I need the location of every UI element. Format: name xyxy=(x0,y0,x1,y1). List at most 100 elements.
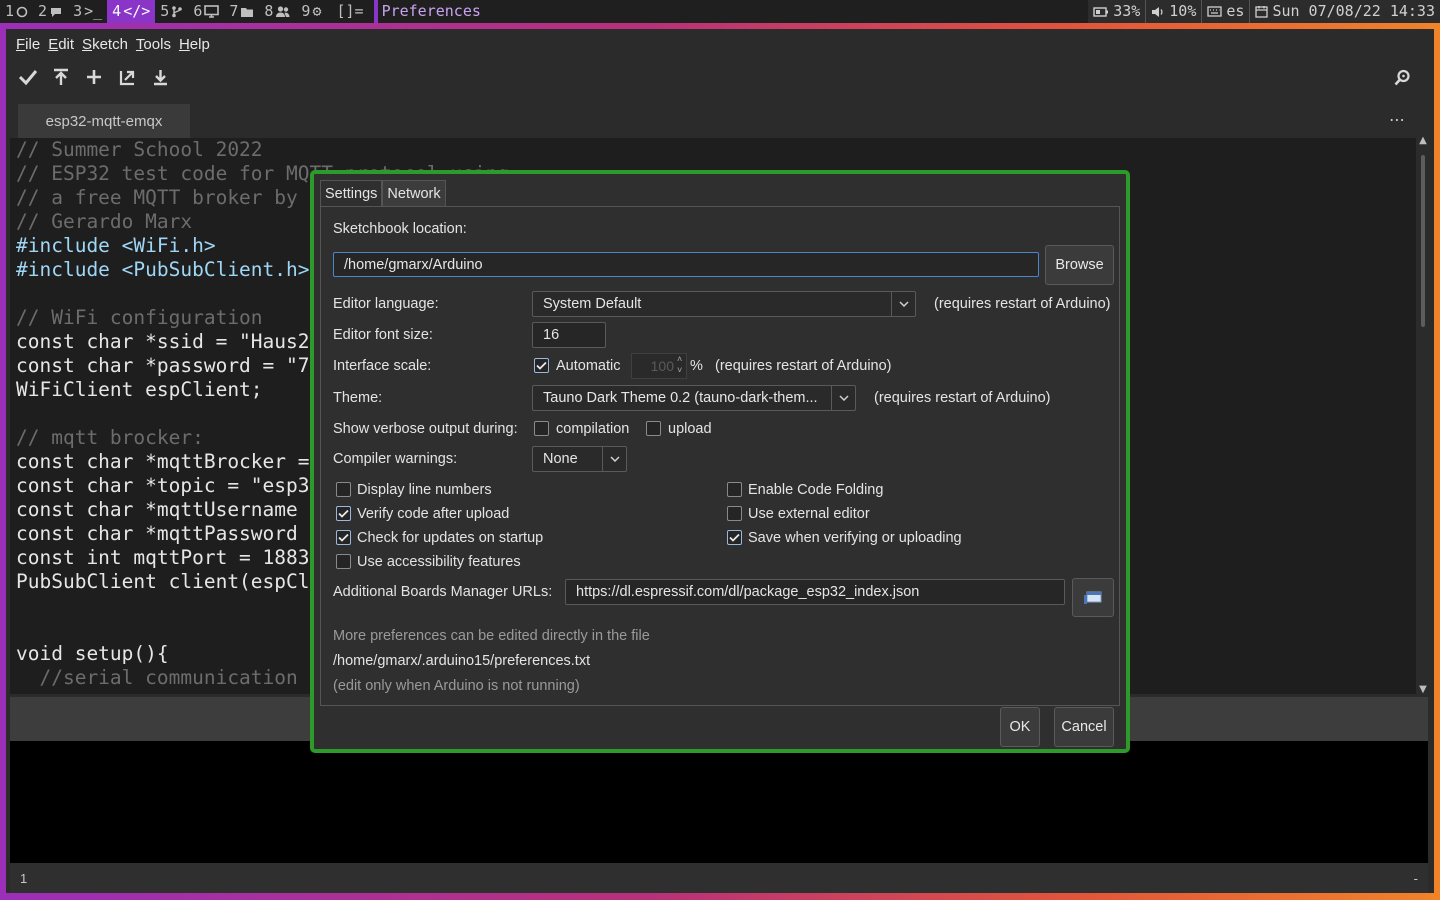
menu-help[interactable]: Help xyxy=(177,36,212,53)
menu-file[interactable]: File xyxy=(14,36,42,53)
workspace-2[interactable]: 2 xyxy=(33,0,68,23)
accessibility-label: Use accessibility features xyxy=(357,554,521,570)
git-branch-icon xyxy=(172,6,183,18)
save-sketch-button[interactable] xyxy=(150,67,170,87)
workspace-8[interactable]: 8 xyxy=(259,0,296,23)
chevron-down-icon xyxy=(602,447,626,471)
workspace-6[interactable]: 6 xyxy=(188,0,224,23)
chevron-down-icon xyxy=(831,386,855,410)
workspace-number: 8 xyxy=(264,2,274,20)
save-on-verify-checkbox[interactable] xyxy=(727,530,742,545)
editor-scrollbar[interactable]: ▲ ▼ xyxy=(1418,135,1428,695)
browse-button[interactable]: Browse xyxy=(1045,245,1114,285)
workspace-5[interactable]: 5 xyxy=(155,0,188,23)
verify-button[interactable] xyxy=(18,67,38,87)
open-icon xyxy=(119,70,134,85)
monitor-icon xyxy=(204,5,220,18)
scroll-down-icon[interactable]: ▼ xyxy=(1418,684,1428,695)
editor-language-label: Editor language: xyxy=(333,296,439,312)
menu-edit[interactable]: Edit xyxy=(46,36,76,53)
menu-sketch[interactable]: Sketch xyxy=(80,36,130,53)
workspace-7[interactable]: 7 xyxy=(224,0,259,23)
code-icon: </> xyxy=(123,2,151,20)
enable-code-folding-label: Enable Code Folding xyxy=(748,482,884,498)
theme-select[interactable]: Tauno Dark Theme 0.2 (tauno-dark-them... xyxy=(532,385,856,411)
tab-menu-icon[interactable]: ⋯ xyxy=(1389,110,1406,129)
check-icon xyxy=(338,533,349,542)
ok-button[interactable]: OK xyxy=(1000,707,1040,747)
display-line-numbers-checkbox[interactable] xyxy=(336,482,351,497)
chevron-down-icon xyxy=(891,292,915,316)
workspace-number: 2 xyxy=(38,2,48,20)
editor-language-select[interactable]: System Default xyxy=(532,291,916,317)
check-icon xyxy=(729,533,740,542)
edit-urls-button[interactable] xyxy=(1072,578,1114,617)
scroll-up-icon[interactable]: ▲ xyxy=(1418,135,1428,146)
verbose-upload-checkbox[interactable] xyxy=(646,421,661,436)
scale-unit: % xyxy=(690,358,703,374)
accessibility-checkbox[interactable] xyxy=(336,554,351,569)
use-external-editor-checkbox[interactable] xyxy=(727,506,742,521)
verbose-output-label: Show verbose output during: xyxy=(333,421,518,437)
serial-monitor-button[interactable] xyxy=(1392,67,1412,87)
clock[interactable]: Sun 07/08/22 14:33 xyxy=(1250,0,1440,23)
tab-esp32-mqtt-emqx[interactable]: esp32-mqtt-emqx xyxy=(18,104,190,138)
workspace-3[interactable]: 3 >_ xyxy=(68,0,107,23)
spinner-arrows-icon[interactable]: ˄ ˅ xyxy=(677,354,682,376)
layout-indicator[interactable]: []= xyxy=(326,0,373,23)
circle-icon xyxy=(16,6,28,17)
automatic-scale-checkbox[interactable] xyxy=(534,358,549,373)
workspace-number: 1 xyxy=(5,2,15,20)
tab-settings[interactable]: Settings xyxy=(320,180,383,206)
window-icon xyxy=(1084,591,1102,604)
bottom-status-bar: 1 - xyxy=(10,863,1428,893)
system-tray: 33% 10% es Sun 07/08/22 14:33 xyxy=(1088,0,1440,23)
enable-code-folding-checkbox[interactable] xyxy=(727,482,742,497)
open-sketch-button[interactable] xyxy=(117,67,137,87)
display-line-numbers-label: Display line numbers xyxy=(357,482,492,498)
workspace-number: 5 xyxy=(160,2,170,20)
preferences-file-path[interactable]: /home/gmarx/.arduino15/preferences.txt xyxy=(333,653,590,669)
workspace-number: 7 xyxy=(229,2,239,20)
new-sketch-button[interactable] xyxy=(84,67,104,87)
workspace-number: 6 xyxy=(193,2,203,20)
verify-after-upload-label: Verify code after upload xyxy=(357,506,510,522)
keyboard-layout-value: es xyxy=(1226,2,1245,20)
keyboard-layout[interactable]: es xyxy=(1202,0,1251,23)
theme-value: Tauno Dark Theme 0.2 (tauno-dark-them... xyxy=(543,390,818,406)
check-icon xyxy=(338,509,349,518)
sketch-tabs: esp32-mqtt-emqx ⋯ xyxy=(6,94,1434,138)
scrollbar-thumb[interactable] xyxy=(1421,155,1425,327)
verbose-compilation-label: compilation xyxy=(556,421,630,437)
workspace-4[interactable]: 4 </> xyxy=(107,0,156,23)
speaker-icon xyxy=(1152,6,1163,17)
cancel-button[interactable]: Cancel xyxy=(1054,707,1114,747)
workspace-9[interactable]: 9 ⚙ xyxy=(296,0,326,23)
font-size-input[interactable]: 16 xyxy=(532,322,606,348)
workspace-number: 4 xyxy=(112,2,122,20)
editor-language-value: System Default xyxy=(543,296,642,312)
verbose-compilation-checkbox[interactable] xyxy=(534,421,549,436)
volume-status[interactable]: 10% xyxy=(1146,0,1203,23)
workspace-1[interactable]: 1 xyxy=(0,0,33,23)
battery-status[interactable]: 33% xyxy=(1088,0,1147,23)
datetime-value: Sun 07/08/22 14:33 xyxy=(1272,2,1435,20)
tab-network[interactable]: Network xyxy=(382,180,446,206)
verify-after-upload-checkbox[interactable] xyxy=(336,506,351,521)
keyboard-icon xyxy=(1207,6,1223,17)
volume-level: 10% xyxy=(1169,2,1197,20)
check-updates-checkbox[interactable] xyxy=(336,530,351,545)
magnifier-icon xyxy=(1394,69,1410,85)
sketchbook-location-input[interactable]: /home/gmarx/Arduino xyxy=(333,252,1039,277)
menu-tools[interactable]: Tools xyxy=(134,36,173,53)
scale-restart-note: (requires restart of Arduino) xyxy=(715,358,892,374)
boards-manager-urls-input[interactable]: https://dl.espressif.com/dl/package_esp3… xyxy=(565,579,1065,605)
upload-button[interactable] xyxy=(51,67,71,87)
battery-level: 33% xyxy=(1113,2,1141,20)
interface-scale-label: Interface scale: xyxy=(333,358,432,374)
menu-bar: File Edit Sketch Tools Help xyxy=(6,29,1434,60)
console-output[interactable] xyxy=(10,741,1428,863)
compiler-warnings-select[interactable]: None xyxy=(532,446,627,472)
theme-restart-note: (requires restart of Arduino) xyxy=(874,390,1051,406)
chat-icon xyxy=(51,7,62,17)
